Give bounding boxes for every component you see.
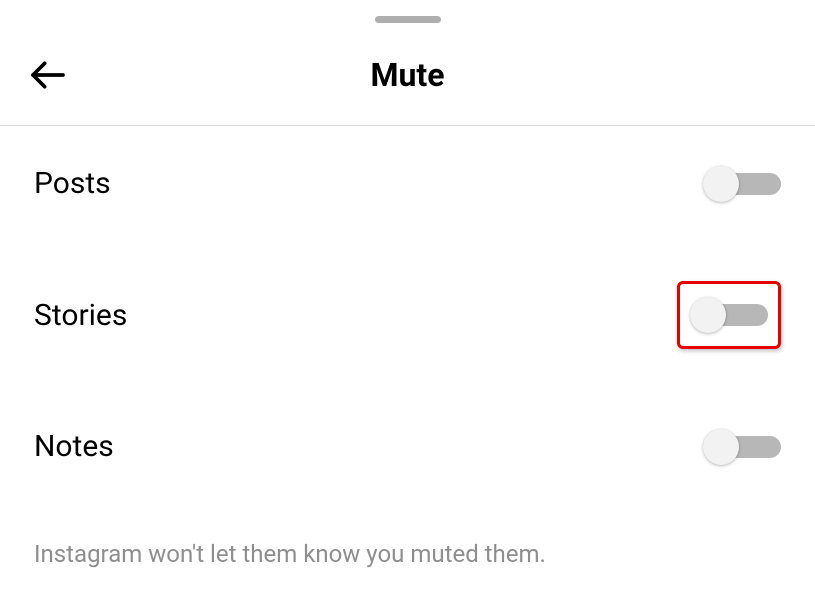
toggle-posts[interactable] — [703, 169, 781, 199]
drag-handle[interactable] — [375, 16, 441, 23]
toggle-notes[interactable] — [703, 432, 781, 462]
toggle-thumb — [703, 166, 739, 202]
setting-row-stories: Stories — [34, 241, 781, 389]
highlight-annotation — [677, 281, 781, 349]
toggle-stories[interactable] — [690, 300, 768, 330]
settings-list: Posts Stories Notes — [0, 126, 815, 504]
toggle-thumb — [690, 297, 726, 333]
page-title: Mute — [370, 56, 444, 94]
back-button[interactable] — [26, 53, 70, 97]
footer-note: Instagram won't let them know you muted … — [0, 504, 815, 568]
mute-settings-sheet: Mute Posts Stories Notes — [0, 16, 815, 616]
arrow-left-icon — [28, 55, 68, 95]
header: Mute — [0, 23, 815, 126]
setting-row-notes: Notes — [34, 389, 781, 504]
setting-label-notes: Notes — [34, 429, 114, 464]
setting-label-posts: Posts — [34, 166, 111, 201]
setting-label-stories: Stories — [34, 298, 127, 333]
toggle-thumb — [703, 429, 739, 465]
setting-row-posts: Posts — [34, 126, 781, 241]
